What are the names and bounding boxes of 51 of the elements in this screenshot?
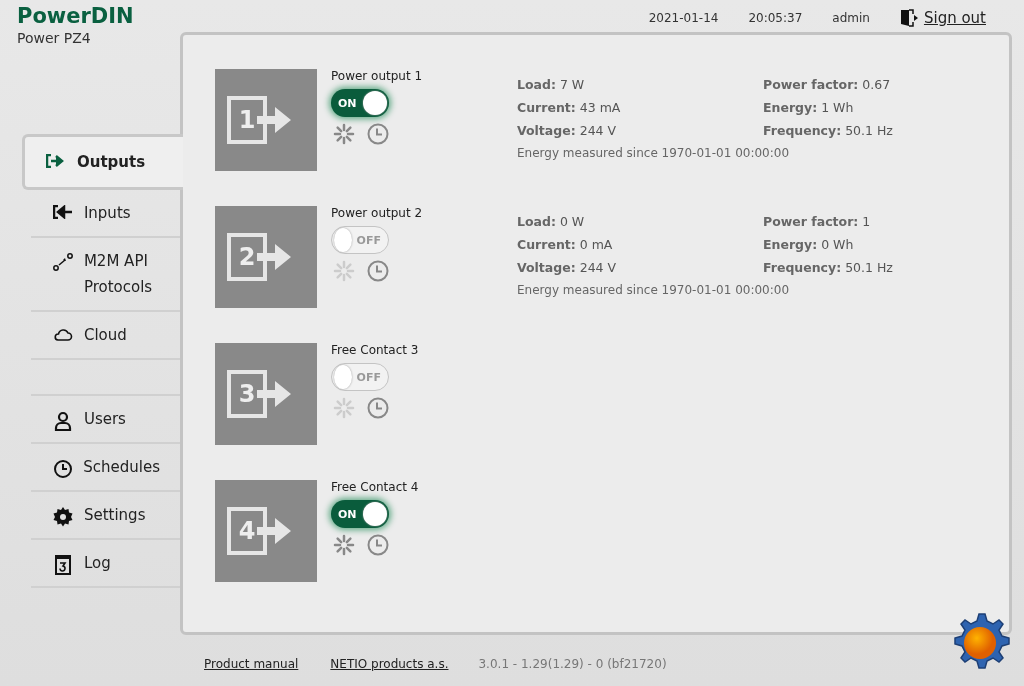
date-text: 2021-01-14 [648,11,719,25]
output-arrow-icon [46,154,66,168]
measurement-text: Power factor: 0.67 [763,77,892,92]
loading-spinner-icon [333,260,355,282]
time-text: 20:05:37 [748,11,803,25]
footer-link[interactable]: NETIO products a.s. [330,657,449,671]
energy-note: Energy measured since 1970-01-01 00:00:00 [517,146,791,160]
measurement-text: Current: 0 mA [517,237,614,252]
brand-title: PowerDIN [17,4,135,28]
exit-door-icon [899,9,918,27]
power-toggle[interactable]: ON [331,89,389,117]
loading-spinner-icon [333,397,355,419]
input-arrow-icon [53,205,74,219]
output-name: Free Contact 4 [331,480,420,494]
sidebar-item[interactable]: Outputs [22,134,183,190]
loading-spinner-icon [333,534,355,556]
clock-icon[interactable] [367,123,389,145]
measurement-text: Voltage: 244 V [517,260,618,275]
power-toggle[interactable]: ON [331,500,389,528]
arrow-icon [257,516,291,546]
measurement-text: Voltage: 244 V [517,123,618,138]
user-icon [54,411,73,431]
footer-link[interactable]: Product manual [204,657,299,671]
device-name: Power PZ4 [17,30,92,46]
energy-note: Energy measured since 1970-01-01 00:00:00 [517,283,791,297]
clock-icon [53,459,74,479]
loading-spinner-icon [333,123,355,145]
cloud-icon [53,327,74,341]
username: admin [832,11,870,25]
clock-icon[interactable] [367,260,389,282]
sign-out-link[interactable]: Sign out [899,9,986,27]
output-name: Free Contact 3 [331,343,420,357]
measurement-text: Energy: 1 Wh [763,100,855,115]
clock-icon[interactable] [367,534,389,556]
arrow-icon [257,242,291,272]
measurement-text: Current: 43 mA [517,100,622,115]
arrow-icon [257,105,291,135]
measurement-text: Frequency: 50.1 Hz [763,123,893,138]
measurement-text: Frequency: 50.1 Hz [763,260,893,275]
measurement-text: Energy: 0 Wh [763,237,855,252]
version-text: 3.0.1 - 1.29(1.29) - 0 (bf21720) [478,657,667,671]
measurement-text: Power factor: 1 [763,214,872,229]
arrow-icon [257,379,291,409]
clock-icon[interactable] [367,397,389,419]
output-name: Power output 2 [331,206,424,220]
settings-icon [53,507,74,527]
measurement-text: Load: 0 W [517,214,586,229]
connection-icon [53,253,74,271]
measurement-text: Load: 7 W [517,77,586,92]
calendar-page-icon [55,555,72,575]
output-name: Power output 1 [331,69,424,83]
